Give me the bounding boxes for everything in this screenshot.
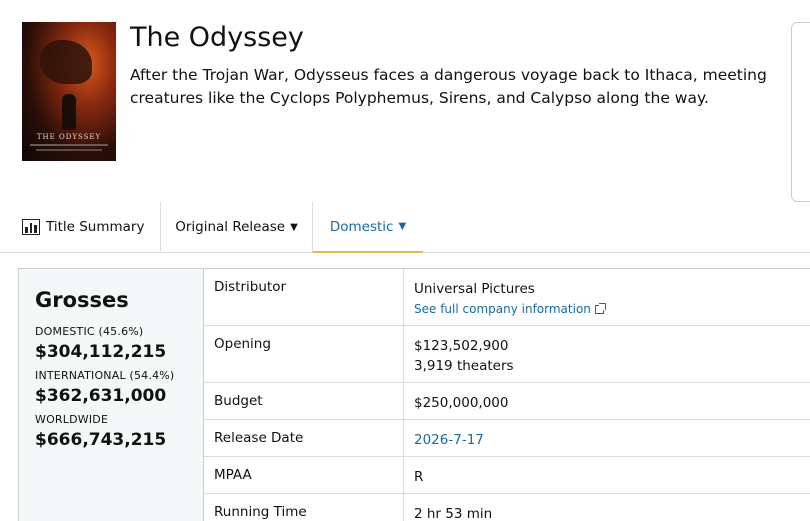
table-row: Release Date 2026-7-17 xyxy=(204,420,810,457)
opening-label: Opening xyxy=(204,326,404,382)
company-info-link-label: See full company information xyxy=(414,302,591,316)
chevron-down-icon: ▼ xyxy=(290,221,298,233)
bar-chart-icon xyxy=(22,219,40,235)
table-row: Budget $250,000,000 xyxy=(204,383,810,420)
running-time-value: 2 hr 53 min xyxy=(414,506,493,521)
poster-title: THE ODYSSEY xyxy=(36,133,102,141)
worldwide-gross-value: $666,743,215 xyxy=(35,430,167,450)
table-row: Distributor Universal Pictures See full … xyxy=(204,269,810,326)
movie-title: The Odyssey xyxy=(130,22,304,53)
tab-title-summary[interactable]: Title Summary xyxy=(22,202,160,252)
international-gross-value: $362,631,000 xyxy=(35,386,167,406)
domestic-gross-label: DOMESTIC (45.6%) xyxy=(35,325,144,338)
grosses-panel: Grosses DOMESTIC (45.6%) $304,112,215 IN… xyxy=(18,268,204,521)
details-table: Distributor Universal Pictures See full … xyxy=(204,268,810,521)
international-gross-label: INTERNATIONAL (54.4%) xyxy=(35,369,175,382)
movie-poster[interactable]: THE ODYSSEY xyxy=(22,22,116,161)
opening-theaters: 3,919 theaters xyxy=(414,358,514,374)
table-row: MPAA R xyxy=(204,457,810,494)
budget-label: Budget xyxy=(204,383,404,419)
opening-cell: $123,502,900 3,919 theaters xyxy=(404,326,810,382)
table-row: Opening $123,502,900 3,919 theaters xyxy=(204,326,810,383)
distributor-cell: Universal Pictures See full company info… xyxy=(404,269,810,325)
tab-original-release-label: Original Release xyxy=(175,219,286,235)
domestic-gross-value: $304,112,215 xyxy=(35,342,167,362)
tab-original-release[interactable]: Original Release ▼ xyxy=(160,202,312,252)
opening-value: $123,502,900 xyxy=(414,338,509,354)
distributor-value: Universal Pictures xyxy=(414,281,535,297)
poster-horse-shape xyxy=(40,40,92,84)
running-time-label: Running Time xyxy=(204,494,404,521)
tab-domestic-label: Domestic xyxy=(329,218,394,235)
company-info-link[interactable]: See full company information xyxy=(414,299,606,319)
grosses-heading: Grosses xyxy=(35,288,129,312)
release-date-label: Release Date xyxy=(204,420,404,456)
side-panel-card xyxy=(791,22,810,202)
tab-domestic[interactable]: Domestic ▼ xyxy=(312,202,423,253)
budget-value: $250,000,000 xyxy=(414,395,509,411)
distributor-label: Distributor xyxy=(204,269,404,325)
release-date-cell: 2026-7-17 xyxy=(404,420,810,456)
tab-title-summary-label: Title Summary xyxy=(46,219,145,235)
external-link-icon xyxy=(594,302,606,314)
release-tabs: Title Summary Original Release ▼ Domesti… xyxy=(0,202,810,253)
poster-credits-line xyxy=(36,149,102,151)
chevron-down-icon: ▼ xyxy=(398,221,407,232)
mpaa-label: MPAA xyxy=(204,457,404,493)
poster-credits-line xyxy=(30,144,108,146)
release-date-link[interactable]: 2026-7-17 xyxy=(414,432,484,448)
poster-figure-shape xyxy=(62,94,76,130)
page: THE ODYSSEY The Odyssey After the Trojan… xyxy=(0,0,810,521)
movie-synopsis: After the Trojan War, Odysseus faces a d… xyxy=(130,66,767,107)
table-row: Running Time 2 hr 53 min xyxy=(204,494,810,521)
worldwide-gross-label: WORLDWIDE xyxy=(35,413,109,426)
mpaa-value: R xyxy=(414,469,424,485)
